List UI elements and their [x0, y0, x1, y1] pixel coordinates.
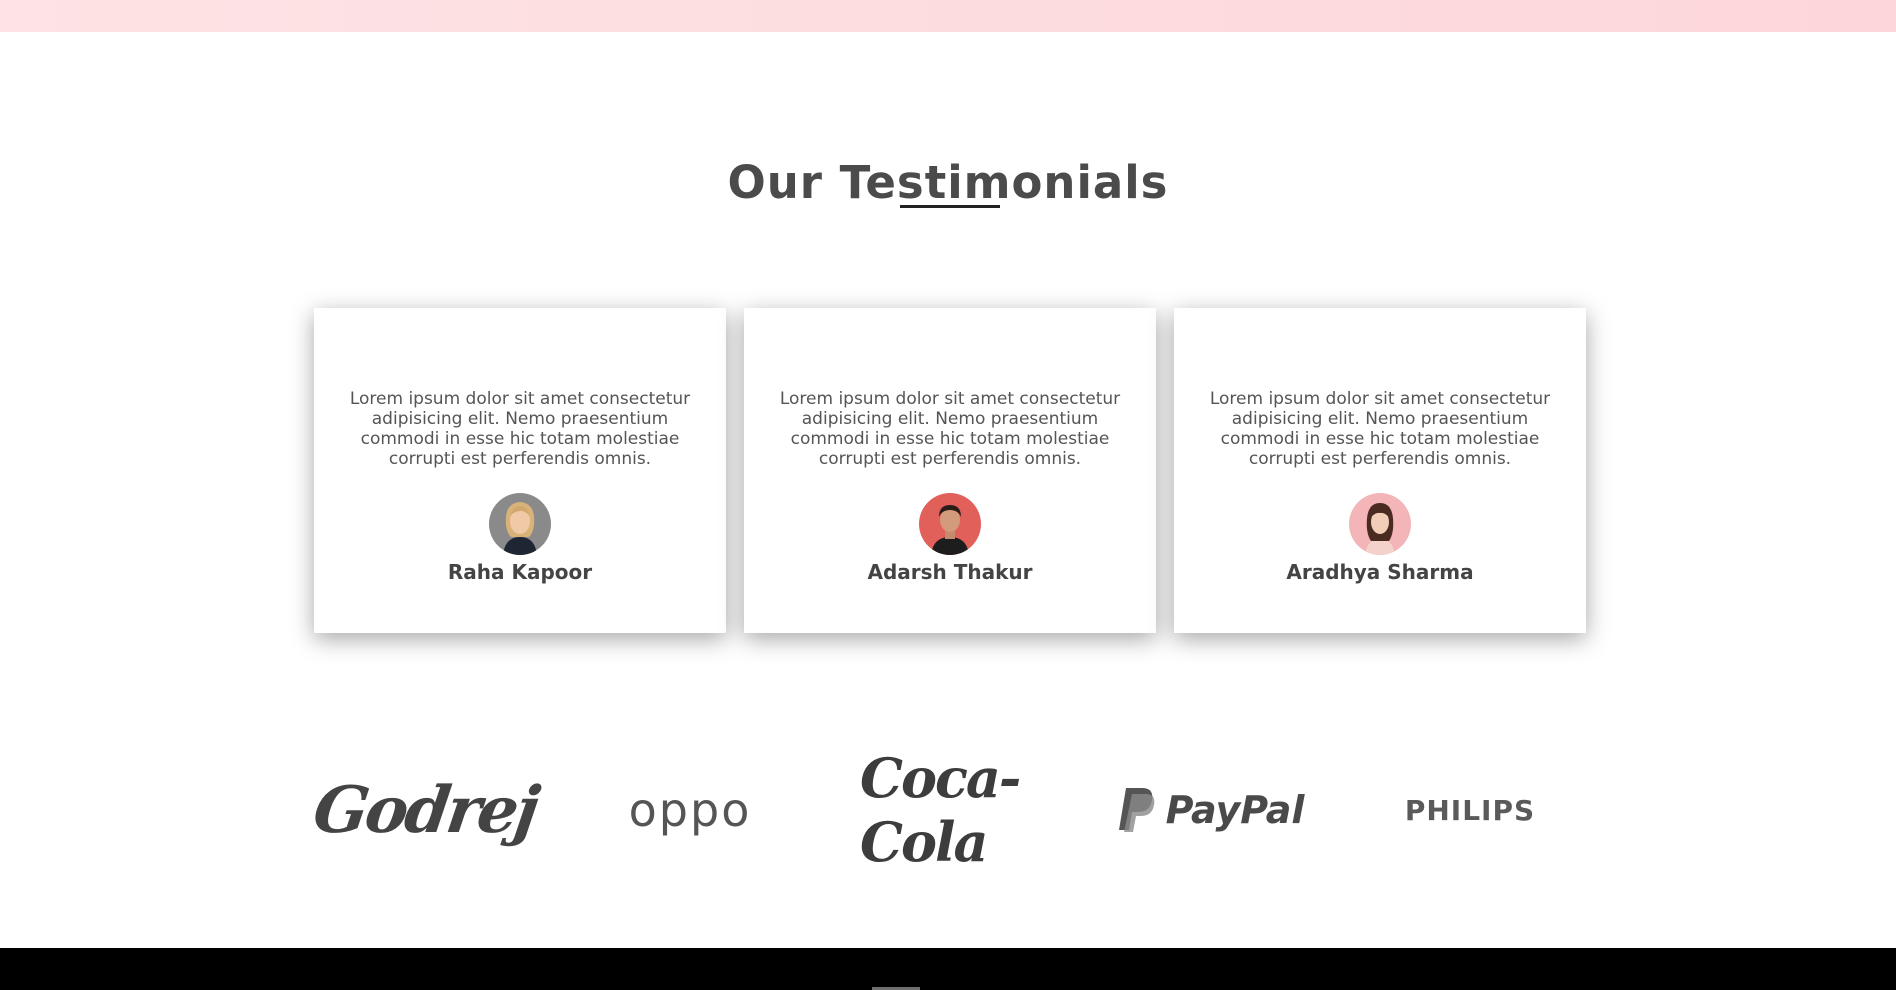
avatar-photo-icon: [1349, 493, 1411, 555]
paypal-logo: PayPal: [1110, 760, 1310, 860]
paypal-wordmark: PayPal: [1165, 788, 1305, 832]
avatar: [489, 493, 551, 555]
section-title: Our Testimonials: [727, 156, 1169, 209]
philips-logo: PHILIPS: [1404, 793, 1536, 827]
testimonial-quote: Lorem ipsum dolor sit amet consectetur a…: [1209, 389, 1551, 469]
coca-cola-logo: Coca-Cola: [860, 746, 1021, 874]
oppo-logo: oppo: [628, 783, 752, 837]
testimonial-card: Lorem ipsum dolor sit amet consectetur a…: [314, 308, 726, 633]
testimonials-list: Lorem ipsum dolor sit amet consectetur a…: [314, 308, 1586, 633]
avatar-photo-icon: [919, 493, 981, 555]
avatar: [1349, 493, 1411, 555]
paypal-p-icon: [1118, 788, 1154, 832]
title-underline: [900, 205, 1000, 208]
avatar-photo-icon: [489, 493, 551, 555]
testimonial-card: Lorem ipsum dolor sit amet consectetur a…: [1174, 308, 1586, 633]
avatar: [919, 493, 981, 555]
footer-bar: [0, 948, 1896, 990]
testimonial-quote: Lorem ipsum dolor sit amet consectetur a…: [779, 389, 1121, 469]
testimonial-author: Raha Kapoor: [447, 560, 593, 584]
top-banner-band: [0, 0, 1896, 32]
godrej-logo: Godrej: [308, 772, 542, 848]
brand-logos-row: Godrej oppo Coca-Cola PayPal PHILIPS: [309, 746, 1560, 874]
testimonial-author: Aradhya Sharma: [1286, 560, 1474, 584]
testimonial-quote: Lorem ipsum dolor sit amet consectetur a…: [349, 389, 691, 469]
testimonial-card: Lorem ipsum dolor sit amet consectetur a…: [744, 308, 1156, 633]
testimonial-author: Adarsh Thakur: [867, 560, 1033, 584]
